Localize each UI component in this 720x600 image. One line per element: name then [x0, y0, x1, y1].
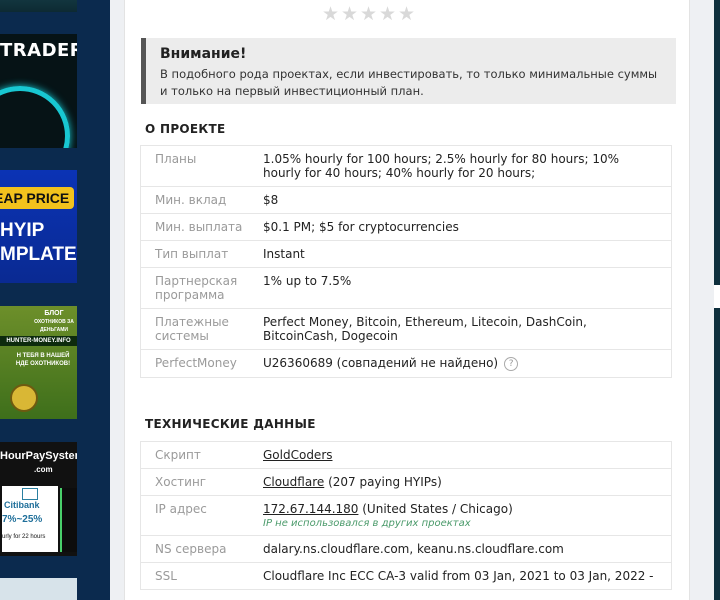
table-row: PerfectMoney U26360689 (совпадений не на… [140, 349, 672, 378]
row-label: Мин. вклад [140, 186, 263, 214]
banner-line-1: HourPaySystem [0, 450, 77, 462]
right-ad-banner-1[interactable] [714, 0, 720, 285]
banner-line-1: HYIP [0, 220, 45, 241]
row-value: Cloudflare (207 paying HYIPs) [263, 468, 672, 496]
star-icon[interactable]: ★ [360, 5, 378, 24]
row-value: GoldCoders [263, 441, 672, 469]
table-row: Тип выплат Instant [140, 240, 672, 268]
table-row: SSL Cloudflare Inc ECC CA-3 valid from 0… [140, 562, 672, 590]
ad-banner-top[interactable] [0, 0, 77, 12]
chart-stripe [60, 488, 77, 552]
bank-logo-icon [22, 488, 38, 500]
row-value: U26360689 (совпадений не найдено)? [263, 349, 672, 378]
row-label: PerfectMoney [140, 349, 263, 378]
about-table: Планы 1.05% hourly for 100 hours; 2.5% h… [140, 145, 672, 378]
row-value: Cloudflare Inc ECC CA-3 valid from 03 Ja… [263, 562, 672, 590]
section-title-about: О ПРОЕКТЕ [145, 122, 226, 136]
coin-icon [10, 384, 38, 412]
script-link[interactable]: GoldCoders [263, 448, 333, 462]
warning-alert: Внимание! В подобного рода проектах, есл… [141, 38, 676, 104]
hosting-count: (207 paying HYIPs) [324, 475, 442, 489]
banner-text: Н ТЕБЯ В НАШЕЙ НДЕ ОХОТНИКОВ! [15, 353, 71, 367]
banner-url: HUNTER-MONEY.INFO [0, 336, 77, 346]
table-row: Планы 1.05% hourly for 100 hours; 2.5% h… [140, 145, 672, 187]
table-row: NS сервера dalary.ns.cloudflare.com, kea… [140, 535, 672, 563]
row-value: 1% up to 7.5% [263, 267, 672, 309]
table-row: Хостинг Cloudflare (207 paying HYIPs) [140, 468, 672, 496]
row-value: Perfect Money, Bitcoin, Ethereum, Liteco… [263, 308, 672, 350]
star-icon[interactable]: ★ [341, 5, 359, 24]
row-value: $8 [263, 186, 672, 214]
row-label: NS сервера [140, 535, 263, 563]
alert-title: Внимание! [160, 46, 247, 62]
row-label: IP адрес [140, 495, 263, 536]
hours-text: urly for 22 hours [2, 534, 46, 540]
row-label: Хостинг [140, 468, 263, 496]
hosting-link[interactable]: Cloudflare [263, 475, 324, 489]
section-title-tech: ТЕХНИЧЕСКИЕ ДАННЫЕ [145, 417, 316, 431]
right-rail-gap [714, 285, 720, 308]
table-row: Платежные системы Perfect Money, Bitcoin… [140, 308, 672, 350]
row-label: Партнерская программа [140, 267, 263, 309]
banner-blog-label: БЛОГ ОХОТНИКОВ ЗА ДЕНЬГАМИ [34, 310, 74, 333]
help-icon[interactable]: ? [504, 356, 519, 371]
table-row: Скрипт GoldCoders [140, 441, 672, 469]
row-value: 172.67.144.180 (United States / Chicago)… [263, 495, 672, 536]
bank-name: Citibank [4, 500, 40, 510]
tech-table: Скрипт GoldCoders Хостинг Cloudflare (20… [140, 441, 672, 590]
price-tag-label: EAP PRICE [0, 190, 70, 206]
row-label: Мин. выплата [140, 213, 263, 241]
alert-text: В подобного рода проектах, если инвестир… [160, 67, 658, 98]
ip-link[interactable]: 172.67.144.180 [263, 502, 358, 516]
row-label: SSL [140, 562, 263, 590]
row-label: Тип выплат [140, 240, 263, 268]
table-row: Мин. выплата $0.1 PM; $5 for cryptocurre… [140, 213, 672, 241]
row-value: $0.1 PM; $5 for cryptocurrencies [263, 213, 672, 241]
ad-banner-bottom[interactable] [0, 578, 77, 600]
banner-line-2: MPLATE [0, 244, 77, 265]
ad-banner-hunter-money[interactable]: БЛОГ ОХОТНИКОВ ЗА ДЕНЬГАМИ HUNTER-MONEY.I… [0, 306, 77, 419]
table-row: Мин. вклад $8 [140, 186, 672, 214]
percent-range: 7%~25% [2, 514, 43, 525]
table-row: IP адрес 172.67.144.180 (United States /… [140, 495, 672, 536]
row-label: Скрипт [140, 441, 263, 469]
star-icon[interactable]: ★ [398, 5, 416, 24]
ip-location: (United States / Chicago) [358, 502, 513, 516]
right-ad-banner-2[interactable] [714, 308, 720, 600]
star-icon[interactable]: ★ [322, 5, 340, 24]
ad-banner-hourpaysystem[interactable]: HourPaySystem .com Citibank 7%~25% urly … [0, 442, 77, 556]
row-label: Планы [140, 145, 263, 187]
ring-graphic [0, 86, 70, 148]
table-row: Партнерская программа 1% up to 7.5% [140, 267, 672, 309]
ad-banner-hyip-template[interactable]: EAP PRICE HYIP MPLATE [0, 170, 77, 283]
row-label: Платежные системы [140, 308, 263, 350]
project-details-panel: ★ ★ ★ ★ ★ Внимание! В подобного рода проекта… [124, 0, 690, 600]
price-tag: EAP PRICE [0, 187, 74, 209]
banner-title: TRADER [0, 40, 77, 61]
banner-line-2: .com [34, 465, 53, 474]
ad-banner-trader[interactable]: TRADER [0, 34, 77, 148]
row-value: dalary.ns.cloudflare.com, keanu.ns.cloud… [263, 535, 672, 563]
rating-stars[interactable]: ★ ★ ★ ★ ★ [322, 5, 417, 24]
star-icon[interactable]: ★ [379, 5, 397, 24]
row-value: Instant [263, 240, 672, 268]
perfectmoney-account: U26360689 (совпадений не найдено) [263, 356, 499, 370]
ip-note: IP не использовался в других проектах [263, 518, 471, 529]
row-value: 1.05% hourly for 100 hours; 2.5% hourly … [263, 145, 672, 187]
